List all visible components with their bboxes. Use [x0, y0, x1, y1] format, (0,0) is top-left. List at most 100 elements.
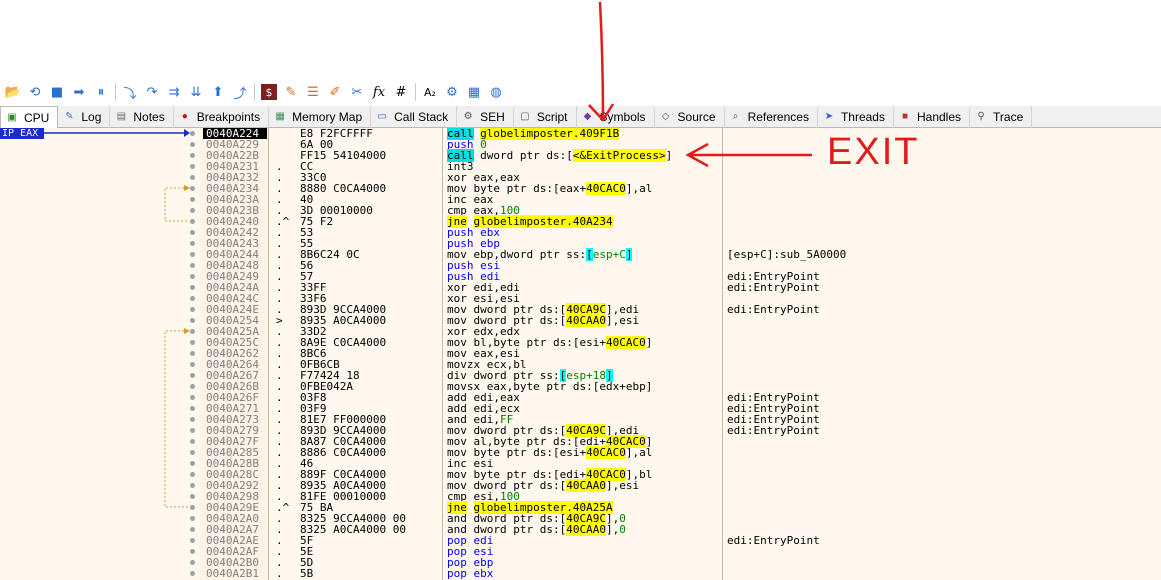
tab-breakpoints[interactable]: ● Breakpoints	[174, 106, 270, 128]
breakpoint-dot[interactable]	[190, 186, 195, 191]
patch-icon[interactable]: ✎	[280, 82, 302, 102]
breakpoint-dot[interactable]	[190, 230, 195, 235]
breakpoint-dot[interactable]	[190, 329, 195, 334]
breakpoint-dot[interactable]	[190, 241, 195, 246]
tab-script[interactable]: ▢ Script	[514, 106, 577, 128]
breakpoint-dot[interactable]	[190, 538, 195, 543]
disasm-row[interactable]: 0040A2B0. 5D pop ebp	[0, 557, 1161, 568]
disasm-row[interactable]: 0040A26F. 03F8 add edi,eax edi:EntryPoint	[0, 392, 1161, 403]
breakpoint-dot[interactable]	[190, 373, 195, 378]
breakpoint-dot[interactable]	[190, 252, 195, 257]
breakpoint-dot[interactable]	[190, 274, 195, 279]
disasm-row[interactable]: 0040A23A. 40 inc eax	[0, 194, 1161, 205]
tab-trace[interactable]: ⚲ Trace	[970, 106, 1033, 128]
tab-memory-map[interactable]: ▦ Memory Map	[269, 106, 372, 128]
tab-handles[interactable]: ■ Handles	[894, 106, 971, 128]
disasm-row[interactable]: 0040A22B FF15 54104000 call dword ptr ds:[…	[0, 149, 1161, 162]
breakpoint-dot[interactable]	[190, 560, 195, 565]
breakpoint-dot[interactable]	[190, 208, 195, 213]
breakpoint-dot[interactable]	[190, 340, 195, 345]
breakpoint-dot[interactable]	[190, 428, 195, 433]
help-icon[interactable]: ◍	[485, 82, 507, 102]
execute-till-return-icon[interactable]: ⬆	[207, 82, 229, 102]
label-icon[interactable]: ✐	[324, 82, 346, 102]
breakpoint-dot[interactable]	[190, 527, 195, 532]
tab-source[interactable]: ◇ Source	[655, 106, 725, 128]
step-over-icon[interactable]: ↷	[141, 82, 163, 102]
disasm-row[interactable]: 0040A249. 57 push edi edi:EntryPoint	[0, 271, 1161, 282]
trace-over-icon[interactable]: ⇊	[185, 82, 207, 102]
breakpoint-dot[interactable]	[190, 406, 195, 411]
function-icon[interactable]: fx	[368, 82, 390, 102]
breakpoint-dot[interactable]	[190, 483, 195, 488]
disasm-row[interactable]: 0040A224 E8 F2FCFFFF call globelimposter.4…	[0, 128, 1161, 140]
bookmark-icon[interactable]: ✂	[346, 82, 368, 102]
breakpoint-dot[interactable]	[190, 571, 195, 576]
run-icon[interactable]: ➡	[68, 82, 90, 102]
stop-icon[interactable]: ■	[46, 82, 68, 102]
trace-into-icon[interactable]: ⇉	[163, 82, 185, 102]
tab-log[interactable]: ✎ Log	[58, 106, 111, 128]
tab-seh[interactable]: ⚙ SEH	[457, 106, 514, 128]
disasm-row[interactable]: 0040A26B. 0FBE042A movsx eax,byte ptr ds:[…	[0, 381, 1161, 392]
breakpoint-dot[interactable]	[190, 384, 195, 389]
pause-icon[interactable]: ⏸	[90, 82, 112, 102]
comment-icon[interactable]: ☰	[302, 82, 324, 102]
run-to-user-code-icon[interactable]: ⤴	[229, 82, 251, 102]
font-icon[interactable]: A₂	[419, 82, 441, 102]
disasm-row[interactable]: 0040A240 .^ 75 F2 jne globelimposter.40A234	[0, 215, 1161, 228]
step-into-icon[interactable]: ⤵	[119, 82, 141, 102]
disasm-row[interactable]: 0040A24A. 33FF xor edi,edi edi:EntryPoint	[0, 282, 1161, 293]
breakpoint-dot[interactable]	[190, 285, 195, 290]
disasm-row[interactable]: 0040A2AE. 5F pop edi edi:EntryPoint	[0, 535, 1161, 546]
breakpoint-dot[interactable]	[190, 362, 195, 367]
disasm-row[interactable]: 0040A2AF. 5E pop esi	[0, 546, 1161, 557]
disasm-row[interactable]: 0040A25C. 8A9E C0CA4000 mov bl,byte ptr ds…	[0, 336, 1161, 349]
restart-icon[interactable]: ⟲	[24, 82, 46, 102]
breakpoint-dot[interactable]	[190, 395, 195, 400]
breakpoint-dot[interactable]	[190, 307, 195, 312]
options-icon[interactable]: ▦	[463, 82, 485, 102]
disasm-row[interactable]: 0040A234. 8880 C0CA4000 mov byte ptr ds:[e…	[0, 182, 1161, 195]
breakpoint-dot[interactable]	[190, 472, 195, 477]
breakpoint-dot[interactable]	[190, 516, 195, 521]
breakpoint-dot[interactable]	[190, 131, 195, 136]
disasm-row[interactable]: 0040A271. 03F9 add edi,ecx edi:EntryPoint	[0, 403, 1161, 414]
breakpoint-dot[interactable]	[190, 153, 195, 158]
hash-icon[interactable]: #	[390, 82, 412, 102]
breakpoint-dot[interactable]	[190, 439, 195, 444]
breakpoint-dot[interactable]	[190, 219, 195, 224]
tab-cpu[interactable]: ▣ CPU	[0, 106, 59, 129]
disassembly-view[interactable]: IP EAX 0040A224 E8 F2FCFFFF call globelimp…	[0, 128, 1161, 580]
breakpoint-dot[interactable]	[190, 175, 195, 180]
disasm-row[interactable]: 0040A254 >8935 A0CA4000 mov dword ptr ds:[…	[0, 314, 1161, 327]
breakpoint-dot[interactable]	[190, 549, 195, 554]
breakpoint-dot[interactable]	[190, 263, 195, 268]
breakpoint-dot[interactable]	[190, 450, 195, 455]
open-icon[interactable]: 📂	[2, 82, 24, 102]
disasm-row[interactable]: 0040A244. 8B6C24 0C mov ebp,dword ptr ss:[…	[0, 248, 1161, 261]
disasm-row[interactable]: 0040A2B1. 5B pop ebx	[0, 568, 1161, 579]
tab-threads[interactable]: ➤ Threads	[818, 106, 894, 128]
tab-references[interactable]: ⌕ References	[725, 106, 818, 128]
disasm-row[interactable]: 0040A242. 53 push ebx	[0, 227, 1161, 238]
disasm-row[interactable]: 0040A262. 8BC6 mov eax,esi	[0, 348, 1161, 359]
tab-call-stack[interactable]: ▭ Call Stack	[371, 106, 458, 128]
breakpoint-dot[interactable]	[190, 417, 195, 422]
breakpoint-dot[interactable]	[190, 296, 195, 301]
breakpoint-dot[interactable]	[190, 318, 195, 323]
tab-symbols[interactable]: ◆ Symbols	[577, 106, 655, 128]
breakpoint-dot[interactable]	[190, 505, 195, 510]
tab-notes[interactable]: ▤ Notes	[110, 106, 174, 128]
breakpoint-dot[interactable]	[190, 494, 195, 499]
disasm-row[interactable]: 0040A231. CC int3	[0, 161, 1161, 172]
script-icon[interactable]: $	[261, 84, 277, 100]
disasm-row[interactable]: 0040A2A7. 8325 A0CA4000 00 and dword ptr d…	[0, 523, 1161, 536]
breakpoint-dot[interactable]	[190, 351, 195, 356]
disasm-row[interactable]: 0040A248. 56 push esi	[0, 260, 1161, 271]
calculator-icon[interactable]: ⚙	[441, 82, 463, 102]
breakpoint-dot[interactable]	[190, 142, 195, 147]
breakpoint-dot[interactable]	[190, 461, 195, 466]
breakpoint-dot[interactable]	[190, 164, 195, 169]
disasm-row[interactable]: 0040A285. 8886 C0CA4000 mov byte ptr ds:[e…	[0, 446, 1161, 459]
